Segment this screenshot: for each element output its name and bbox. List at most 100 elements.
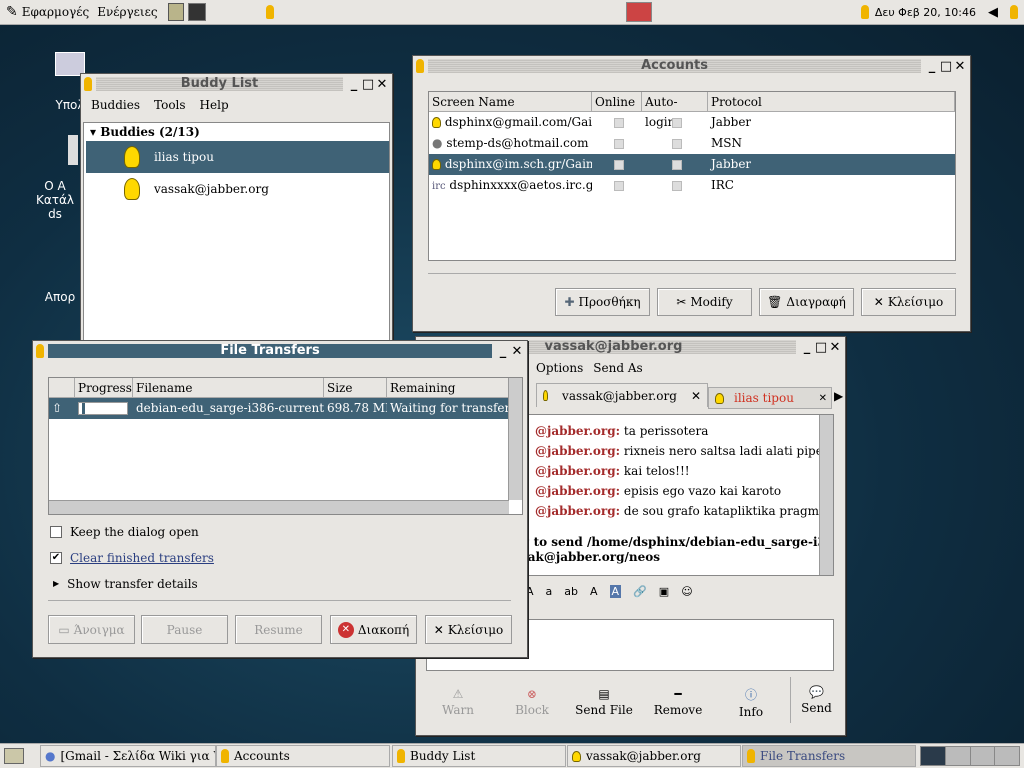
desktop-icon-trash[interactable]: Απορ xyxy=(40,260,80,304)
close-button[interactable]: ✕ xyxy=(953,59,967,74)
modify-button[interactable]: ✂ Modify xyxy=(657,288,752,316)
column-auto-login[interactable]: Auto-login xyxy=(642,92,708,129)
image-icon[interactable]: ▣ xyxy=(659,585,669,598)
workspace-1[interactable] xyxy=(921,747,946,765)
vertical-scrollbar[interactable] xyxy=(508,378,522,500)
keep-open-checkbox[interactable]: Keep the dialog open xyxy=(50,525,199,539)
smaller-font-icon[interactable]: a xyxy=(546,585,553,598)
close-button[interactable]: ✕ xyxy=(510,344,524,359)
tab-ilias[interactable]: ilias tipou ✕ xyxy=(708,387,832,409)
menu-options[interactable]: Options xyxy=(536,361,583,375)
table-row[interactable]: ● stemp-ds@hotmail.com MSN xyxy=(429,133,955,154)
column-protocol[interactable]: Protocol xyxy=(708,92,955,111)
add-button[interactable]: ✚ Προσθήκη xyxy=(555,288,650,316)
actions-menu[interactable]: Ενέργειες xyxy=(97,5,157,19)
auto-login-checkbox[interactable] xyxy=(671,117,682,128)
column-progress[interactable]: Progress xyxy=(75,378,133,397)
taskbar-accounts[interactable]: Accounts xyxy=(216,745,390,767)
close-button[interactable]: ✕ xyxy=(828,340,842,355)
volume-icon[interactable]: ◀ xyxy=(988,5,998,20)
taskbar-file-transfers[interactable]: File Transfers xyxy=(742,745,916,767)
auto-login-checkbox[interactable] xyxy=(671,138,682,149)
send-button[interactable]: 💬 Send xyxy=(790,677,842,723)
menu-send-as[interactable]: Send As xyxy=(593,361,642,375)
resume-button[interactable]: Resume xyxy=(235,615,322,644)
taskbar-buddy-list[interactable]: Buddy List xyxy=(392,745,566,767)
auto-login-checkbox[interactable] xyxy=(671,159,682,170)
clock[interactable]: Δευ Φεβ 20, 10:46 xyxy=(875,6,976,19)
tab-scroll-right-icon[interactable]: ▶ xyxy=(834,389,843,403)
block-button[interactable]: ⊗ Block xyxy=(502,681,562,723)
online-checkbox[interactable] xyxy=(613,117,624,128)
workspace-4[interactable] xyxy=(995,747,1019,765)
open-button[interactable]: ▭ Άνοιγμα xyxy=(48,615,135,644)
title-bar[interactable]: Accounts _ □ ✕ xyxy=(413,56,970,76)
taskbar-chat[interactable]: vassak@jabber.org xyxy=(567,745,741,767)
font-face-icon[interactable]: ab xyxy=(564,585,578,598)
table-row[interactable]: dsphinx@gmail.com/Gaim Jabber xyxy=(429,112,955,133)
menu-buddies[interactable]: Buddies xyxy=(91,98,140,112)
show-desktop-icon[interactable] xyxy=(4,748,24,764)
applications-menu[interactable]: Εφαρμογές xyxy=(22,5,89,19)
close-button[interactable]: ✕ Κλείσιμο xyxy=(861,288,956,316)
maximize-button[interactable]: □ xyxy=(939,59,953,74)
horizontal-scrollbar[interactable] xyxy=(49,500,509,514)
online-checkbox[interactable] xyxy=(613,180,624,191)
title-bar[interactable]: Buddy List _ □ ✕ xyxy=(81,74,392,94)
table-row[interactable]: irc dsphinxxxx@aetos.irc.gr IRC xyxy=(429,175,955,196)
desktop-icon-home[interactable]: Ο Α Κατάλ ds xyxy=(30,135,80,221)
terminal-icon[interactable] xyxy=(187,3,206,21)
smiley-icon[interactable]: ☺ xyxy=(681,585,692,598)
minimize-button[interactable]: _ xyxy=(496,344,510,359)
stop-button[interactable]: ✕ Διακοπή xyxy=(330,615,417,644)
pause-button[interactable]: Pause xyxy=(141,615,228,644)
gnome-foot-icon[interactable]: ✎ xyxy=(6,4,18,20)
user-icon[interactable] xyxy=(1010,5,1018,19)
table-row[interactable]: dsphinx@im.sch.gr/Gaim Jabber xyxy=(429,154,955,175)
bg-color-icon[interactable]: A xyxy=(609,585,622,598)
minimize-button[interactable]: _ xyxy=(347,77,361,92)
buddy-item[interactable]: vassak@jabber.org xyxy=(84,173,389,205)
maximize-button[interactable]: □ xyxy=(814,340,828,355)
online-checkbox[interactable] xyxy=(613,159,624,170)
workspace-switcher[interactable] xyxy=(920,746,1020,766)
column-size[interactable]: Size xyxy=(324,378,387,397)
group-buddies[interactable]: ▾ Buddies (2/13) xyxy=(84,123,389,141)
minimize-button[interactable]: _ xyxy=(800,340,814,355)
column-remaining[interactable]: Remaining xyxy=(387,378,522,397)
close-button[interactable]: ✕ xyxy=(375,77,389,92)
maximize-button[interactable]: □ xyxy=(361,77,375,92)
send-file-button[interactable]: ▤ Send File xyxy=(574,681,634,723)
delete-button[interactable]: 🗑 Διαγραφή xyxy=(759,288,854,316)
title-bar[interactable]: File Transfers _ ✕ xyxy=(33,341,527,361)
clear-finished-checkbox[interactable]: ✔ Clear finished transfers xyxy=(50,551,214,565)
info-button[interactable]: ⓘ Info xyxy=(721,681,781,723)
menu-help[interactable]: Help xyxy=(200,98,229,112)
scrollbar[interactable] xyxy=(819,415,833,575)
tab-close-icon[interactable]: ✕ xyxy=(819,393,827,404)
online-checkbox[interactable] xyxy=(613,138,624,149)
column-online[interactable]: Online xyxy=(592,92,642,111)
workspace-2[interactable] xyxy=(945,747,971,765)
auto-login-checkbox[interactable] xyxy=(671,180,682,191)
keyboard-layout-icon[interactable] xyxy=(625,2,652,22)
gaim-tray-icon[interactable] xyxy=(860,5,869,19)
table-row[interactable]: ⇧ debian-edu_sarge-i386-current.iso 698.… xyxy=(49,398,522,419)
tab-close-icon[interactable]: ✕ xyxy=(691,389,701,403)
show-details-expander[interactable]: ▶ Show transfer details xyxy=(53,577,198,591)
close-button[interactable]: ✕ Κλείσιμο xyxy=(425,615,512,644)
gaim-icon[interactable] xyxy=(265,5,274,19)
fg-color-icon[interactable]: A xyxy=(590,585,598,598)
workspace-3[interactable] xyxy=(970,747,996,765)
taskbar-gmail[interactable]: ● [Gmail - Σελίδα Wiki για Wc xyxy=(40,745,216,767)
column-screen-name[interactable]: Screen Name xyxy=(429,92,592,111)
file-manager-icon[interactable] xyxy=(167,3,184,21)
remove-button[interactable]: ━ Remove xyxy=(648,681,708,723)
warn-button[interactable]: ⚠ Warn xyxy=(428,681,488,723)
tab-vassak[interactable]: vassak@jabber.org ✕ xyxy=(536,383,708,407)
link-icon[interactable]: 🔗 xyxy=(633,585,647,598)
buddy-item[interactable]: ilias tipou xyxy=(86,141,389,173)
column-filename[interactable]: Filename xyxy=(133,378,324,397)
minimize-button[interactable]: _ xyxy=(925,59,939,74)
menu-tools[interactable]: Tools xyxy=(154,98,186,112)
